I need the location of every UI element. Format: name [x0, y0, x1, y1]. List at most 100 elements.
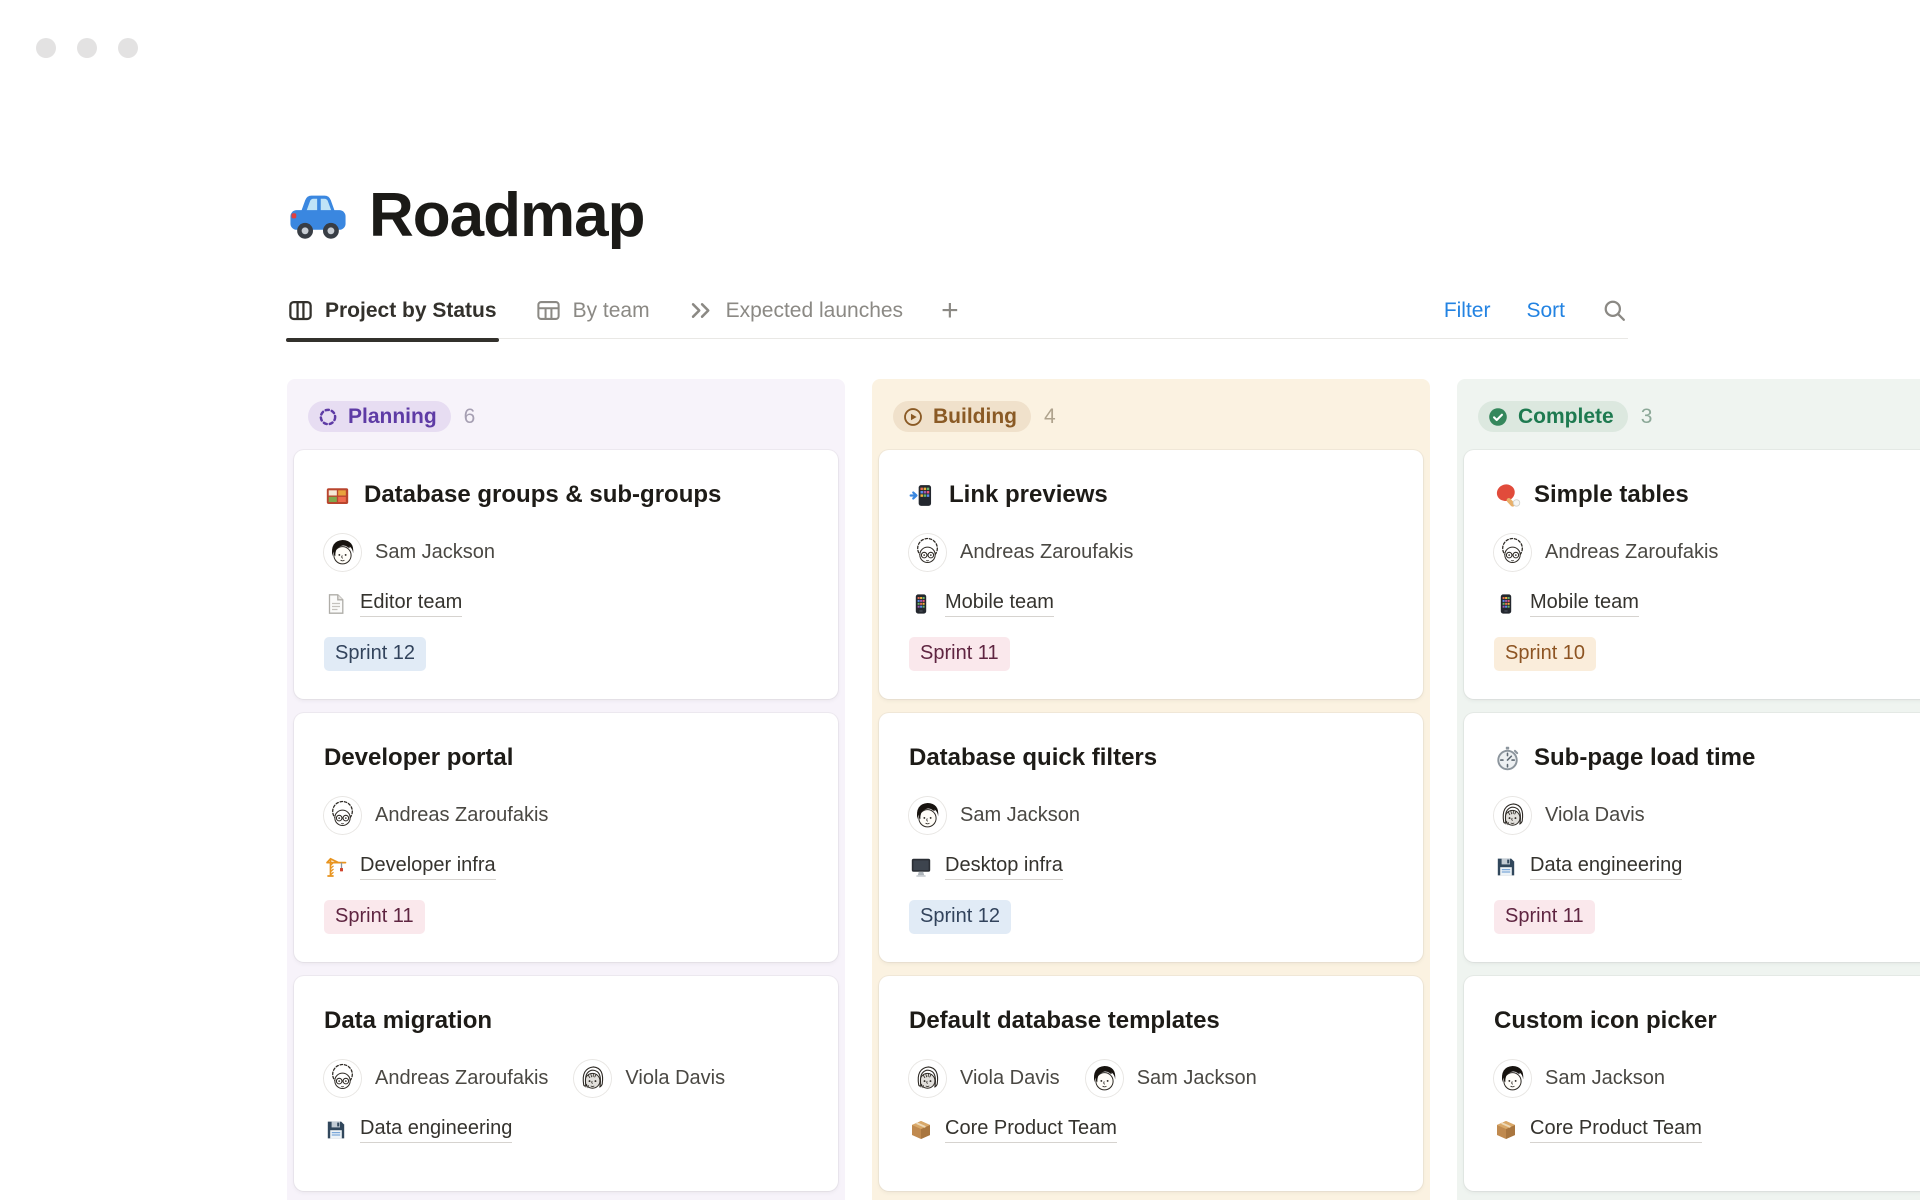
- card-simple-tables[interactable]: Simple tables Andreas Zaroufakis Mobile …: [1464, 450, 1920, 699]
- column-count: 3: [1641, 405, 1653, 429]
- status-label: Planning: [348, 405, 437, 429]
- tab-label: Expected launches: [726, 299, 903, 323]
- card-team-row: Desktop infra: [909, 854, 1393, 880]
- person: Sam Jackson: [1086, 1060, 1257, 1097]
- card-people-row: Sam Jackson: [909, 797, 1393, 834]
- team-link[interactable]: Core Product Team: [945, 1117, 1117, 1143]
- package-icon: [1494, 1118, 1518, 1142]
- column-complete: Complete 3 Simple tables Andreas Z: [1457, 379, 1920, 1200]
- card-team-row: Data engineering: [324, 1117, 808, 1143]
- card-team-row: Core Product Team: [909, 1117, 1393, 1143]
- tab-project-by-status[interactable]: Project by Status: [287, 297, 497, 324]
- andreas-zaroufakis-avatar: [909, 534, 946, 571]
- person-name: Andreas Zaroufakis: [960, 541, 1133, 564]
- sprint-tag: Sprint 11: [1494, 900, 1595, 934]
- card-people-row: Viola Davis: [1494, 797, 1920, 834]
- column-planning: Planning 6 Database groups & sub-groups: [287, 379, 845, 1200]
- card-people-row: Andreas Zaroufakis Viola Davis: [324, 1060, 808, 1097]
- team-link[interactable]: Core Product Team: [1530, 1117, 1702, 1143]
- person: Viola Davis: [909, 1060, 1060, 1097]
- sam-jackson-avatar: [324, 534, 361, 571]
- card-default-database-templates[interactable]: Default database templates Viola Davis S…: [879, 976, 1423, 1191]
- mobile-phone-icon: [909, 592, 933, 616]
- team-link[interactable]: Mobile team: [1530, 591, 1639, 617]
- play-circle-icon: [902, 406, 924, 428]
- bento-box-icon: [324, 482, 351, 509]
- tab-by-team[interactable]: By team: [535, 297, 650, 324]
- person-name: Sam Jackson: [1545, 1067, 1665, 1090]
- card-title: Developer portal: [324, 743, 513, 773]
- window-controls: [36, 38, 138, 58]
- person-name: Viola Davis: [960, 1067, 1060, 1090]
- filter-button[interactable]: Filter: [1444, 299, 1491, 323]
- crane-icon: [324, 855, 348, 879]
- card-database-quick-filters[interactable]: Database quick filters Sam Jackson Deskt…: [879, 713, 1423, 962]
- card-title-row: Link previews: [909, 480, 1393, 510]
- andreas-zaroufakis-avatar: [1494, 534, 1531, 571]
- card-team-row: Editor team: [324, 591, 808, 617]
- sprint-tag: Sprint 10: [1494, 637, 1596, 671]
- sprint-tag: Sprint 12: [324, 637, 426, 671]
- team-link[interactable]: Mobile team: [945, 591, 1054, 617]
- package-icon: [909, 1118, 933, 1142]
- ping-pong-icon: [1494, 482, 1521, 509]
- sort-button[interactable]: Sort: [1526, 299, 1565, 323]
- person: Sam Jackson: [1494, 1060, 1665, 1097]
- status-pill-planning[interactable]: Planning: [308, 401, 451, 432]
- status-pill-building[interactable]: Building: [893, 401, 1031, 432]
- page-title[interactable]: Roadmap: [369, 180, 644, 251]
- window-control-minimize[interactable]: [77, 38, 97, 58]
- person: Andreas Zaroufakis: [324, 1060, 548, 1097]
- person-name: Sam Jackson: [960, 804, 1080, 827]
- card-team-row: Developer infra: [324, 854, 808, 880]
- page-icon: [324, 592, 348, 616]
- card-title-row: Custom icon picker: [1494, 1006, 1920, 1036]
- tab-label: Project by Status: [325, 299, 497, 323]
- column-header: Complete 3: [1464, 401, 1920, 450]
- card-developer-portal[interactable]: Developer portal Andreas Zaroufakis Deve…: [294, 713, 838, 962]
- floppy-disk-icon: [1494, 855, 1518, 879]
- card-custom-icon-picker[interactable]: Custom icon picker Sam Jackson Core Prod…: [1464, 976, 1920, 1191]
- person: Andreas Zaroufakis: [324, 797, 548, 834]
- card-sub-page-load-time[interactable]: Sub-page load time Viola Davis Data engi…: [1464, 713, 1920, 962]
- card-title-row: Simple tables: [1494, 480, 1920, 510]
- team-link[interactable]: Data engineering: [360, 1117, 512, 1143]
- column-header: Planning 6: [294, 401, 838, 450]
- window-control-close[interactable]: [36, 38, 56, 58]
- sprint-tag: Sprint 12: [909, 900, 1011, 934]
- person-name: Sam Jackson: [1137, 1067, 1257, 1090]
- team-link[interactable]: Desktop infra: [945, 854, 1063, 880]
- check-circle-icon: [1487, 406, 1509, 428]
- desktop-computer-icon: [909, 855, 933, 879]
- add-view-button[interactable]: +: [941, 301, 959, 321]
- window-control-maximize[interactable]: [118, 38, 138, 58]
- dashed-circle-icon: [317, 406, 339, 428]
- table-view-icon: [535, 297, 562, 324]
- card-team-row: Mobile team: [909, 591, 1393, 617]
- card-database-groups[interactable]: Database groups & sub-groups Sam Jackson…: [294, 450, 838, 699]
- card-data-migration[interactable]: Data migration Andreas Zaroufakis Viola …: [294, 976, 838, 1191]
- andreas-zaroufakis-avatar: [324, 797, 361, 834]
- toolbar-actions: Filter Sort: [1444, 297, 1628, 324]
- team-link[interactable]: Editor team: [360, 591, 462, 617]
- status-label: Complete: [1518, 405, 1614, 429]
- double-chevron-right-icon: [688, 297, 715, 324]
- person: Sam Jackson: [909, 797, 1080, 834]
- card-people-row: Andreas Zaroufakis: [324, 797, 808, 834]
- card-title: Link previews: [949, 480, 1108, 510]
- team-link[interactable]: Data engineering: [1530, 854, 1682, 880]
- team-link[interactable]: Developer infra: [360, 854, 496, 880]
- tab-expected-launches[interactable]: Expected launches: [688, 297, 903, 324]
- card-people-row: Viola Davis Sam Jackson: [909, 1060, 1393, 1097]
- person-name: Andreas Zaroufakis: [1545, 541, 1718, 564]
- person-name: Andreas Zaroufakis: [375, 1067, 548, 1090]
- search-icon[interactable]: [1601, 297, 1628, 324]
- page-header: Roadmap: [287, 0, 1920, 251]
- status-pill-complete[interactable]: Complete: [1478, 401, 1628, 432]
- blue-car-icon[interactable]: [287, 185, 349, 247]
- column-building: Building 4 Link previews Andreas Z: [872, 379, 1430, 1200]
- card-title-row: Database groups & sub-groups: [324, 480, 808, 510]
- person-name: Andreas Zaroufakis: [375, 804, 548, 827]
- viola-davis-avatar: [909, 1060, 946, 1097]
- card-link-previews[interactable]: Link previews Andreas Zaroufakis Mobile …: [879, 450, 1423, 699]
